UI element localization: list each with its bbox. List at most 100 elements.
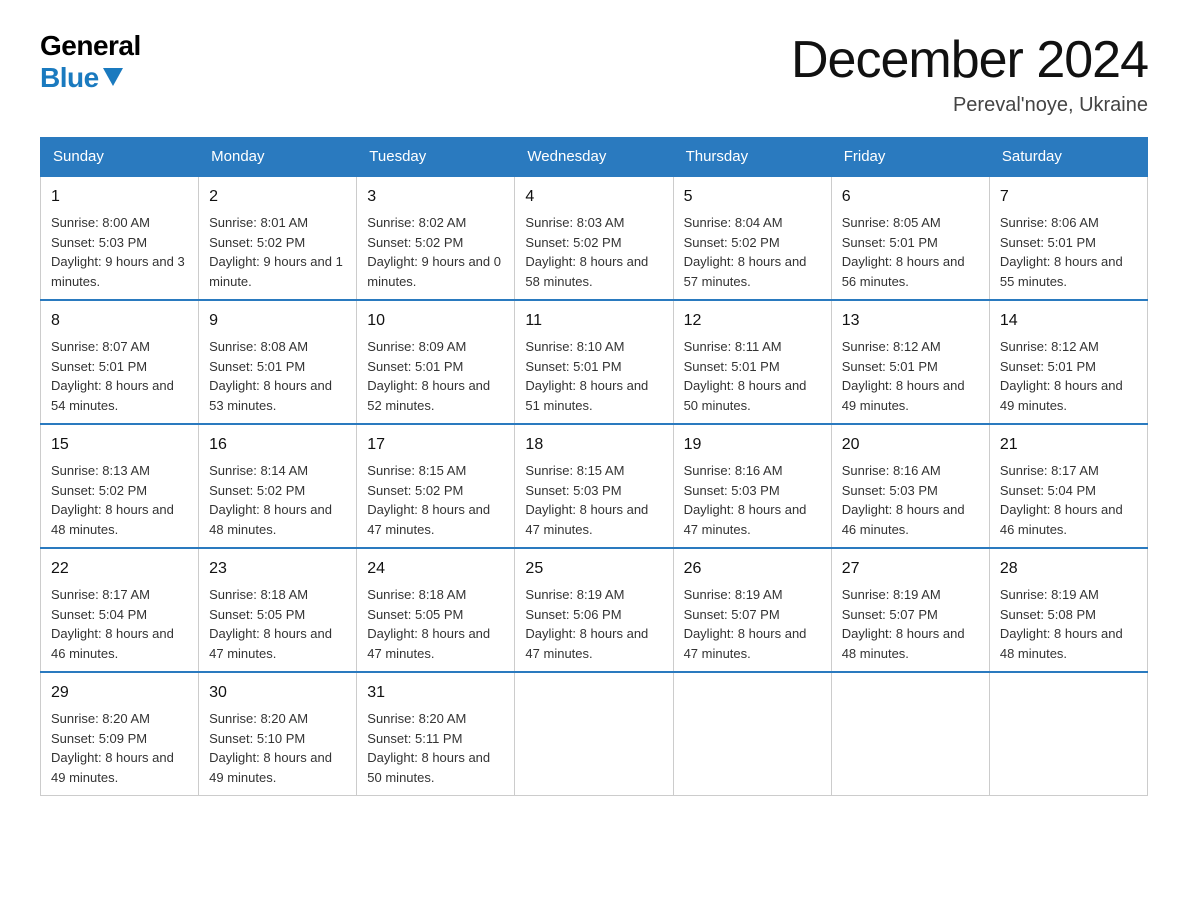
sunrise-label: Sunrise: 8:20 AM — [51, 711, 150, 726]
calendar-cell: 21 Sunrise: 8:17 AM Sunset: 5:04 PM Dayl… — [989, 424, 1147, 548]
day-number: 1 — [51, 185, 188, 209]
calendar-cell: 3 Sunrise: 8:02 AM Sunset: 5:02 PM Dayli… — [357, 176, 515, 300]
day-number: 5 — [684, 185, 821, 209]
sunrise-label: Sunrise: 8:19 AM — [684, 587, 783, 602]
cell-content: 23 Sunrise: 8:18 AM Sunset: 5:05 PM Dayl… — [209, 557, 346, 663]
sunset-label: Sunset: 5:07 PM — [684, 607, 780, 622]
cell-content: 18 Sunrise: 8:15 AM Sunset: 5:03 PM Dayl… — [525, 433, 662, 539]
daylight-label: Daylight: 9 hours and 0 minutes. — [367, 254, 501, 289]
cell-content: 21 Sunrise: 8:17 AM Sunset: 5:04 PM Dayl… — [1000, 433, 1137, 539]
sunset-label: Sunset: 5:03 PM — [525, 483, 621, 498]
sunset-label: Sunset: 5:10 PM — [209, 731, 305, 746]
calendar-cell: 23 Sunrise: 8:18 AM Sunset: 5:05 PM Dayl… — [199, 548, 357, 672]
calendar-cell: 17 Sunrise: 8:15 AM Sunset: 5:02 PM Dayl… — [357, 424, 515, 548]
day-number: 28 — [1000, 557, 1137, 581]
daylight-label: Daylight: 8 hours and 47 minutes. — [525, 626, 648, 661]
day-number: 26 — [684, 557, 821, 581]
day-number: 4 — [525, 185, 662, 209]
calendar-cell: 1 Sunrise: 8:00 AM Sunset: 5:03 PM Dayli… — [41, 176, 199, 300]
calendar-cell: 4 Sunrise: 8:03 AM Sunset: 5:02 PM Dayli… — [515, 176, 673, 300]
sunrise-label: Sunrise: 8:05 AM — [842, 215, 941, 230]
sunset-label: Sunset: 5:01 PM — [1000, 235, 1096, 250]
cell-content: 4 Sunrise: 8:03 AM Sunset: 5:02 PM Dayli… — [525, 185, 662, 291]
sunrise-label: Sunrise: 8:08 AM — [209, 339, 308, 354]
daylight-label: Daylight: 8 hours and 46 minutes. — [842, 502, 965, 537]
calendar-cell: 30 Sunrise: 8:20 AM Sunset: 5:10 PM Dayl… — [199, 672, 357, 796]
cell-content: 31 Sunrise: 8:20 AM Sunset: 5:11 PM Dayl… — [367, 681, 504, 787]
sunrise-label: Sunrise: 8:03 AM — [525, 215, 624, 230]
cell-content: 12 Sunrise: 8:11 AM Sunset: 5:01 PM Dayl… — [684, 309, 821, 415]
sunset-label: Sunset: 5:01 PM — [684, 359, 780, 374]
sunrise-label: Sunrise: 8:15 AM — [525, 463, 624, 478]
day-number: 23 — [209, 557, 346, 581]
sunset-label: Sunset: 5:02 PM — [525, 235, 621, 250]
calendar-cell: 6 Sunrise: 8:05 AM Sunset: 5:01 PM Dayli… — [831, 176, 989, 300]
logo-blue-text: Blue — [40, 62, 123, 94]
sunset-label: Sunset: 5:02 PM — [367, 235, 463, 250]
daylight-label: Daylight: 8 hours and 46 minutes. — [51, 626, 174, 661]
day-number: 18 — [525, 433, 662, 457]
calendar-cell: 14 Sunrise: 8:12 AM Sunset: 5:01 PM Dayl… — [989, 300, 1147, 424]
page-title: December 2024 — [791, 30, 1148, 90]
calendar-cell: 2 Sunrise: 8:01 AM Sunset: 5:02 PM Dayli… — [199, 176, 357, 300]
daylight-label: Daylight: 8 hours and 57 minutes. — [684, 254, 807, 289]
sunset-label: Sunset: 5:02 PM — [367, 483, 463, 498]
daylight-label: Daylight: 8 hours and 48 minutes. — [842, 626, 965, 661]
calendar-cell: 7 Sunrise: 8:06 AM Sunset: 5:01 PM Dayli… — [989, 176, 1147, 300]
daylight-label: Daylight: 8 hours and 56 minutes. — [842, 254, 965, 289]
sunset-label: Sunset: 5:01 PM — [1000, 359, 1096, 374]
sunrise-label: Sunrise: 8:18 AM — [209, 587, 308, 602]
sunset-label: Sunset: 5:01 PM — [51, 359, 147, 374]
daylight-label: Daylight: 8 hours and 47 minutes. — [525, 502, 648, 537]
calendar-cell — [989, 672, 1147, 796]
title-section: December 2024 Pereval'noye, Ukraine — [791, 30, 1148, 117]
day-number: 27 — [842, 557, 979, 581]
sunrise-label: Sunrise: 8:02 AM — [367, 215, 466, 230]
sunset-label: Sunset: 5:07 PM — [842, 607, 938, 622]
daylight-label: Daylight: 8 hours and 47 minutes. — [367, 502, 490, 537]
sunset-label: Sunset: 5:05 PM — [209, 607, 305, 622]
cell-content: 22 Sunrise: 8:17 AM Sunset: 5:04 PM Dayl… — [51, 557, 188, 663]
sunset-label: Sunset: 5:03 PM — [684, 483, 780, 498]
page-header: General Blue December 2024 Pereval'noye,… — [40, 30, 1148, 117]
calendar-header-thursday: Thursday — [673, 138, 831, 177]
cell-content: 19 Sunrise: 8:16 AM Sunset: 5:03 PM Dayl… — [684, 433, 821, 539]
calendar-header-sunday: Sunday — [41, 138, 199, 177]
daylight-label: Daylight: 8 hours and 47 minutes. — [209, 626, 332, 661]
sunrise-label: Sunrise: 8:12 AM — [1000, 339, 1099, 354]
sunset-label: Sunset: 5:02 PM — [51, 483, 147, 498]
cell-content: 13 Sunrise: 8:12 AM Sunset: 5:01 PM Dayl… — [842, 309, 979, 415]
day-number: 21 — [1000, 433, 1137, 457]
sunset-label: Sunset: 5:02 PM — [209, 483, 305, 498]
sunset-label: Sunset: 5:04 PM — [51, 607, 147, 622]
cell-content: 3 Sunrise: 8:02 AM Sunset: 5:02 PM Dayli… — [367, 185, 504, 291]
day-number: 9 — [209, 309, 346, 333]
sunset-label: Sunset: 5:11 PM — [367, 731, 462, 746]
sunrise-label: Sunrise: 8:13 AM — [51, 463, 150, 478]
sunset-label: Sunset: 5:02 PM — [209, 235, 305, 250]
sunrise-label: Sunrise: 8:17 AM — [51, 587, 150, 602]
calendar-week-2: 8 Sunrise: 8:07 AM Sunset: 5:01 PM Dayli… — [41, 300, 1148, 424]
calendar-cell — [673, 672, 831, 796]
sunrise-label: Sunrise: 8:10 AM — [525, 339, 624, 354]
cell-content: 8 Sunrise: 8:07 AM Sunset: 5:01 PM Dayli… — [51, 309, 188, 415]
daylight-label: Daylight: 8 hours and 53 minutes. — [209, 378, 332, 413]
cell-content: 6 Sunrise: 8:05 AM Sunset: 5:01 PM Dayli… — [842, 185, 979, 291]
logo: General Blue — [40, 30, 141, 94]
sunset-label: Sunset: 5:06 PM — [525, 607, 621, 622]
day-number: 13 — [842, 309, 979, 333]
cell-content: 27 Sunrise: 8:19 AM Sunset: 5:07 PM Dayl… — [842, 557, 979, 663]
calendar-header-tuesday: Tuesday — [357, 138, 515, 177]
daylight-label: Daylight: 9 hours and 1 minute. — [209, 254, 343, 289]
sunset-label: Sunset: 5:03 PM — [51, 235, 147, 250]
calendar-header-wednesday: Wednesday — [515, 138, 673, 177]
logo-general-text: General — [40, 30, 141, 62]
cell-content: 28 Sunrise: 8:19 AM Sunset: 5:08 PM Dayl… — [1000, 557, 1137, 663]
calendar-cell: 24 Sunrise: 8:18 AM Sunset: 5:05 PM Dayl… — [357, 548, 515, 672]
calendar-cell: 25 Sunrise: 8:19 AM Sunset: 5:06 PM Dayl… — [515, 548, 673, 672]
page-subtitle: Pereval'noye, Ukraine — [791, 94, 1148, 117]
sunrise-label: Sunrise: 8:04 AM — [684, 215, 783, 230]
daylight-label: Daylight: 8 hours and 49 minutes. — [209, 750, 332, 785]
sunrise-label: Sunrise: 8:11 AM — [684, 339, 782, 354]
sunrise-label: Sunrise: 8:07 AM — [51, 339, 150, 354]
